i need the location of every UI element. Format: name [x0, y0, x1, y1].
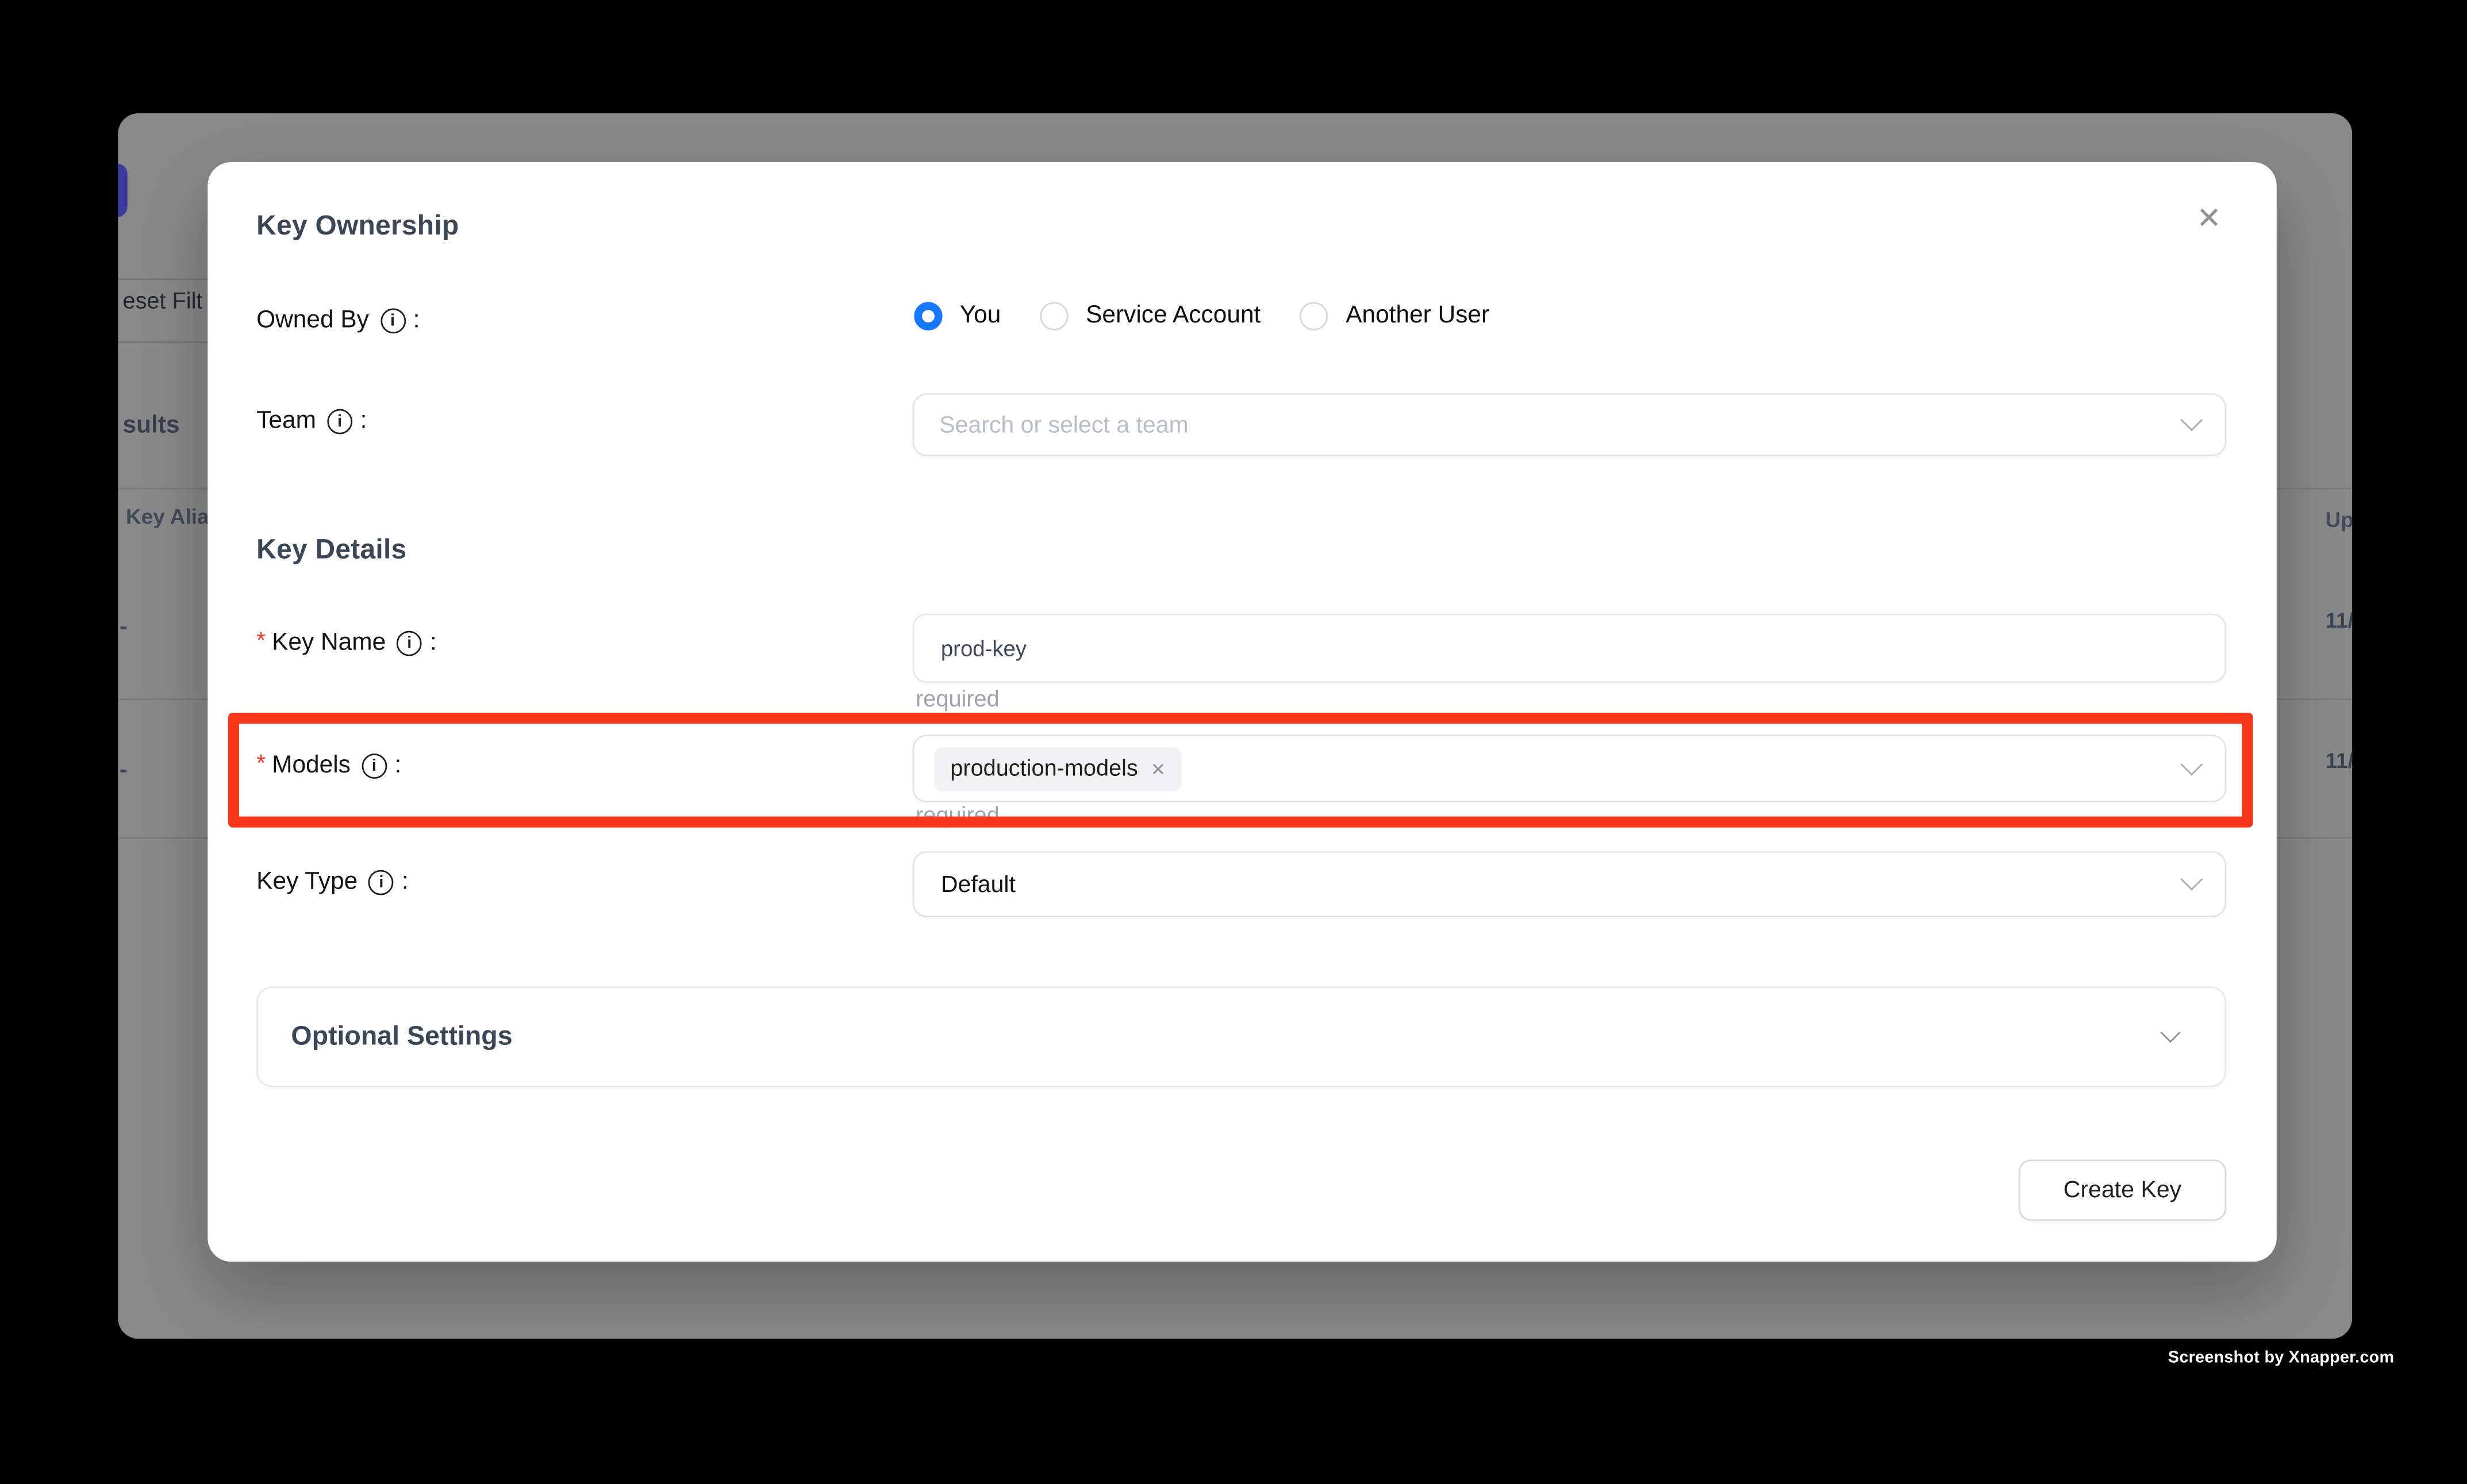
radio-unselected-icon[interactable] — [1040, 302, 1069, 330]
radio-option-you[interactable]: You — [914, 302, 1001, 330]
required-asterisk: * — [256, 749, 266, 776]
column-header-updated: Up — [2326, 508, 2353, 532]
team-label-text: Team — [256, 407, 316, 436]
radio-label: Another User — [1346, 302, 1489, 330]
key-name-input[interactable] — [913, 614, 2227, 683]
colon: : — [430, 629, 437, 658]
create-key-modal: Key Ownership ✕ Owned By i : You Service… — [207, 162, 2276, 1262]
table-row-updated: 11/ — [2326, 749, 2353, 772]
screenshot-stage: eset Filt sults Key Alia Up - 11/ - 11/ … — [0, 0, 2467, 1484]
models-label-text: Models — [272, 752, 351, 780]
radio-option-service-account[interactable]: Service Account — [1040, 302, 1261, 330]
info-icon[interactable]: i — [368, 870, 394, 895]
chevron-down-icon — [2181, 409, 2203, 431]
tag-remove-icon[interactable]: ✕ — [1151, 758, 1166, 779]
column-header-key-alias: Key Alia — [126, 505, 209, 529]
clipped-blue-button — [118, 164, 127, 217]
key-type-value: Default — [914, 871, 1016, 898]
models-select[interactable]: production-models ✕ — [913, 735, 2227, 802]
key-details-heading: Key Details — [256, 533, 406, 566]
radio-option-another-user[interactable]: Another User — [1300, 302, 1489, 330]
colon: : — [395, 752, 402, 780]
watermark-text: Screenshot by Xnapper.com — [2168, 1348, 2394, 1367]
radio-label: You — [960, 302, 1001, 330]
owned-by-label: Owned By i : — [256, 307, 420, 335]
optional-settings-toggle[interactable]: Optional Settings — [256, 986, 2226, 1087]
key-name-label-text: Key Name — [272, 629, 386, 658]
models-validation-message: required — [916, 804, 1000, 829]
radio-label: Service Account — [1086, 302, 1261, 330]
key-type-label: Key Type i : — [256, 868, 409, 897]
close-icon[interactable]: ✕ — [2184, 194, 2234, 244]
team-placeholder: Search or select a team — [914, 412, 1188, 439]
colon: : — [360, 407, 367, 436]
info-icon[interactable]: i — [327, 409, 352, 435]
chevron-down-icon — [2161, 1023, 2181, 1043]
model-tag-label: production-models — [950, 756, 1138, 781]
optional-settings-title: Optional Settings — [291, 1021, 512, 1052]
required-asterisk: * — [256, 627, 266, 654]
owned-by-label-text: Owned By — [256, 307, 369, 335]
table-row-updated: 11/ — [2326, 609, 2353, 632]
chevron-down-icon — [2181, 868, 2203, 891]
colon: : — [402, 868, 409, 897]
chevron-down-icon — [2181, 753, 2203, 775]
table-row-alias: - — [120, 757, 128, 784]
team-select[interactable]: Search or select a team — [913, 393, 2227, 456]
close-glyph: ✕ — [2196, 201, 2222, 237]
table-row-alias: - — [120, 614, 128, 641]
reset-filters-label-partial: eset Filt — [123, 290, 203, 315]
radio-selected-icon[interactable] — [914, 302, 942, 330]
radio-unselected-icon[interactable] — [1300, 302, 1328, 330]
colon: : — [413, 307, 420, 335]
create-key-button[interactable]: Create Key — [2019, 1159, 2226, 1221]
key-type-label-text: Key Type — [256, 868, 358, 897]
info-icon[interactable]: i — [397, 631, 422, 656]
models-label: * Models i : — [256, 752, 401, 780]
key-name-label: * Key Name i : — [256, 629, 436, 658]
key-name-validation-message: required — [916, 687, 1000, 713]
info-icon[interactable]: i — [362, 753, 387, 779]
info-icon[interactable]: i — [380, 308, 405, 333]
selected-model-tag: production-models ✕ — [935, 747, 1182, 791]
key-type-select[interactable]: Default — [913, 851, 2227, 917]
owned-by-radio-group: You Service Account Another User — [914, 302, 1528, 330]
results-count-partial: sults — [123, 412, 180, 440]
key-ownership-heading: Key Ownership — [256, 209, 459, 242]
team-label: Team i : — [256, 407, 367, 436]
